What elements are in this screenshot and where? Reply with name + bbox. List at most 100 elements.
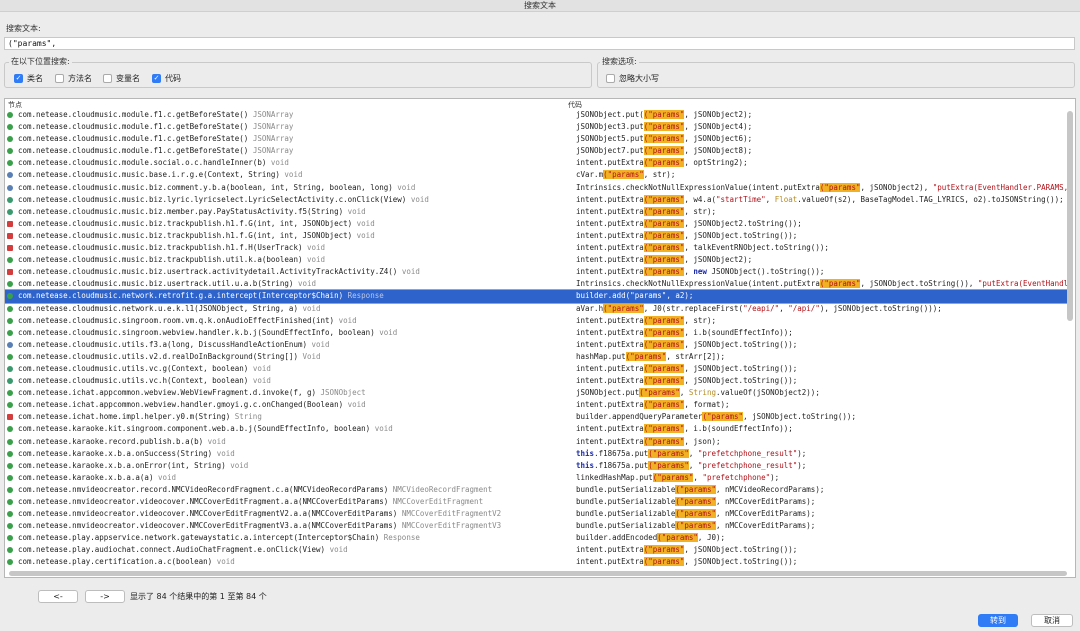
match-highlight: ("params" — [625, 291, 667, 301]
table-row[interactable]: com.netease.cloudmusic.music.biz.member.… — [5, 206, 1067, 218]
code-segment: aVar.h — [576, 303, 604, 313]
match-highlight: ("params" — [643, 230, 685, 240]
lock-icon — [7, 220, 13, 227]
horizontal-scrollbar[interactable] — [9, 571, 1067, 576]
code-segment: Intrinsics.checkNotNullExpressionValue(i… — [576, 182, 820, 192]
results-status: 显示了 84 个结果中的第 1 至第 84 个 — [130, 592, 267, 601]
code-segment: .valueOf(s2), BaseTagModel.TAG_LYRICS, o… — [797, 194, 1064, 204]
code-cell: jSONObject.put(("params", jSONObject2); — [576, 109, 752, 121]
table-row[interactable]: com.netease.cloudmusic.module.f1.c.getBe… — [5, 133, 1067, 145]
checkbox-ignore-case[interactable] — [606, 74, 615, 83]
table-row[interactable]: com.netease.cloudmusic.module.f1.c.getBe… — [5, 145, 1067, 157]
table-row[interactable]: com.netease.nmvideocreator.videocover.NM… — [5, 508, 1067, 520]
ignore-case-option[interactable]: 忽略大小写 — [606, 73, 659, 84]
pen-icon — [7, 208, 13, 215]
checkbox-code[interactable]: ✓ — [152, 74, 161, 83]
code-segment: , jSONObject.toString()); — [684, 339, 798, 349]
code-cell: jSONObject7.put("params", jSONObject8); — [576, 145, 752, 157]
table-row[interactable]: com.netease.nmvideocreator.videocover.NM… — [5, 520, 1067, 532]
table-row[interactable]: com.netease.cloudmusic.music.biz.comment… — [5, 182, 1068, 194]
method-icon — [7, 148, 13, 155]
code-cell: bundle.putSerializable("params", nMCVide… — [576, 484, 824, 496]
code-segment: , — [679, 388, 689, 398]
cancel-button[interactable]: 取消 — [1031, 614, 1073, 627]
table-row[interactable]: com.netease.ichat.home.impl.helper.y0.m(… — [5, 411, 1067, 423]
scope-option-method[interactable]: 方法名 — [55, 73, 92, 84]
table-row[interactable]: com.netease.cloudmusic.music.biz.trackpu… — [5, 254, 1067, 266]
table-row[interactable]: com.netease.ichat.appcommon.webview.WebV… — [5, 387, 1067, 399]
checkbox-class[interactable]: ✓ — [14, 74, 23, 83]
table-row[interactable]: com.netease.cloudmusic.music.biz.trackpu… — [5, 242, 1067, 254]
table-row[interactable]: com.netease.cloudmusic.module.f1.c.getBe… — [5, 109, 1067, 121]
table-row[interactable]: com.netease.play.certification.a.c(boole… — [5, 556, 1067, 568]
code-segment: "prefetchphone" — [702, 472, 771, 482]
table-row[interactable]: com.netease.karaoke.x.b.a.onError(int, S… — [5, 460, 1067, 472]
node-text: com.netease.cloudmusic.singroom.room.vm.… — [18, 315, 335, 325]
scope-option-code[interactable]: ✓ 代码 — [152, 73, 181, 84]
table-row[interactable]: com.netease.karaoke.kit.singroom.compone… — [5, 423, 1067, 435]
table-row[interactable]: com.netease.cloudmusic.utils.vc.h(Contex… — [5, 375, 1067, 387]
table-row[interactable]: com.netease.cloudmusic.utils.vc.g(Contex… — [5, 363, 1067, 375]
table-row[interactable]: com.netease.nmvideocreator.videocover.NM… — [5, 496, 1067, 508]
checkbox-method[interactable] — [55, 74, 64, 83]
table-row[interactable]: com.netease.play.appservice.network.gate… — [5, 532, 1067, 544]
search-text-dialog: 搜索文本 搜索文本: ("params", 在以下位置搜索: ✓ 类名 方法名 变… — [0, 0, 1080, 631]
prev-page-button[interactable]: <- — [38, 590, 78, 603]
match-highlight: ("params" — [625, 351, 667, 361]
code-segment: Float — [774, 194, 798, 204]
table-row[interactable]: com.netease.cloudmusic.music.base.i.r.g.… — [5, 169, 1067, 181]
node-text: com.netease.play.appservice.network.gate… — [18, 533, 380, 543]
method-icon — [7, 523, 13, 530]
node-cell: com.netease.cloudmusic.music.biz.usertra… — [18, 266, 420, 278]
table-row[interactable]: com.netease.cloudmusic.music.biz.usertra… — [5, 266, 1067, 278]
code-segment: this — [576, 448, 595, 458]
code-segment: , jSONObject.toString()); — [743, 412, 856, 422]
node-text: com.netease.cloudmusic.music.biz.lyric.l… — [18, 194, 407, 204]
code-segment: , — [765, 194, 775, 204]
table-row[interactable]: com.netease.karaoke.x.b.a.onSuccess(Stri… — [5, 448, 1067, 460]
table-row[interactable]: com.netease.cloudmusic.network.retrofit.… — [5, 289, 1068, 304]
table-row[interactable]: com.netease.karaoke.record.publish.b.a(b… — [5, 436, 1067, 448]
search-input[interactable]: ("params", — [4, 37, 1075, 50]
code-segment: , jSONObject2); — [684, 110, 753, 119]
code-segment: intent.putExtra — [576, 255, 644, 265]
code-cell: intent.putExtra("params", jSONObject.toS… — [576, 375, 797, 387]
method-icon — [7, 474, 13, 481]
return-type: void — [302, 303, 321, 313]
table-row[interactable]: com.netease.play.audiochat.connect.Audio… — [5, 544, 1067, 556]
table-row[interactable]: com.netease.cloudmusic.music.biz.usertra… — [5, 278, 1073, 290]
table-row[interactable]: com.netease.cloudmusic.module.social.o.c… — [5, 157, 1067, 169]
match-highlight: ("params" — [675, 497, 716, 506]
table-row[interactable]: com.netease.cloudmusic.singroom.webview.… — [5, 327, 1067, 339]
match-highlight: ("params" — [643, 400, 685, 410]
next-page-button[interactable]: -> — [85, 590, 125, 603]
table-row[interactable]: com.netease.nmvideocreator.record.NMCVid… — [5, 484, 1067, 496]
scope-option-variable[interactable]: 变量名 — [103, 73, 140, 84]
gear-icon — [7, 184, 13, 191]
checkbox-variable[interactable] — [103, 74, 112, 83]
table-row[interactable]: com.netease.cloudmusic.music.biz.lyric.l… — [5, 194, 1067, 206]
table-row[interactable]: com.netease.cloudmusic.utils.f3.a(long, … — [5, 339, 1067, 351]
node-text: com.netease.cloudmusic.music.biz.trackpu… — [18, 243, 303, 253]
scope-option-class[interactable]: ✓ 类名 — [14, 73, 43, 84]
goto-button[interactable]: 转到 — [978, 614, 1018, 627]
table-row[interactable]: com.netease.cloudmusic.music.biz.trackpu… — [5, 230, 1067, 242]
code-segment: .valueOf(jSONObject2)); — [715, 388, 820, 398]
table-row[interactable]: com.netease.cloudmusic.music.biz.trackpu… — [5, 218, 1067, 230]
table-row[interactable]: com.netease.cloudmusic.module.f1.c.getBe… — [5, 121, 1067, 133]
node-cell: com.netease.ichat.appcommon.webview.hand… — [18, 399, 366, 411]
node-text: com.netease.karaoke.x.b.a.a(a) — [18, 472, 154, 482]
match-highlight: ("params" — [639, 388, 680, 398]
table-row[interactable]: com.netease.ichat.appcommon.webview.hand… — [5, 399, 1067, 411]
code-cell: intent.putExtra("params", jSONObject.toS… — [576, 363, 797, 375]
vertical-scrollbar[interactable] — [1067, 111, 1073, 321]
table-row[interactable]: com.netease.karaoke.x.b.a.a(a) void linke… — [5, 472, 1067, 484]
node-text: com.netease.cloudmusic.utils.vc.h(Contex… — [18, 376, 249, 386]
table-row[interactable]: com.netease.cloudmusic.singroom.room.vm.… — [5, 315, 1067, 327]
node-text: com.netease.cloudmusic.utils.vc.g(Contex… — [18, 363, 249, 373]
table-row[interactable]: com.netease.cloudmusic.utils.v2.d.realDo… — [5, 351, 1067, 363]
code-segment: , — [779, 303, 789, 313]
table-row[interactable]: com.netease.cloudmusic.network.u.e.k.l1(… — [5, 303, 1067, 315]
code-segment: , nMCCoverEditParams); — [715, 509, 816, 519]
code-segment: "/eapi/" — [743, 303, 780, 313]
